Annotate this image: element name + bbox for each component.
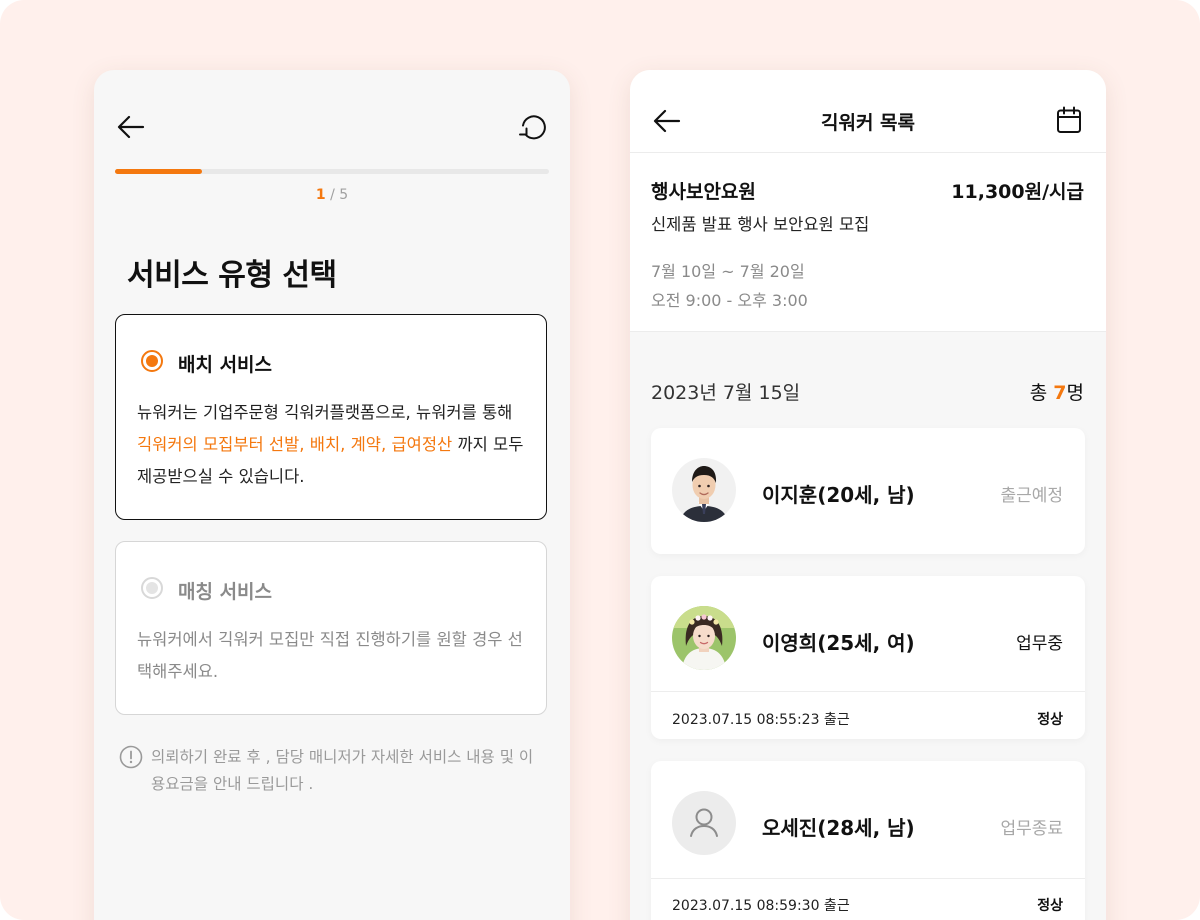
worker-name: 이지훈(20세, 남) [762,483,915,507]
worker-card[interactable]: 오세진(28세, 남) 업무종료 2023.07.15 08:59:30 출근 … [651,761,1085,920]
desc-highlight: 긱워커의 모집부터 선발, 배치, 계약, 급여정산 [137,435,453,454]
progress-fill [115,169,202,174]
option-label: 배치 서비스 [178,354,273,376]
option-matching-service[interactable]: 매칭 서비스 뉴워커에서 긱워커 모집만 직접 진행하기를 원할 경우 선택해주… [115,541,547,715]
attendance-state: 정상 [1037,898,1063,914]
option-label: 매칭 서비스 [178,581,273,603]
info-icon [119,745,143,769]
avatar [672,606,736,670]
radio-unselected[interactable] [141,577,163,599]
attendance-state: 정상 [1037,712,1063,728]
page-title: 서비스 유형 선택 [127,258,337,293]
worker-name: 이영희(25세, 여) [762,631,915,655]
worker-name: 오세진(28세, 남) [762,816,915,840]
total-number: 7 [1053,382,1067,404]
checkin-time: 2023.07.15 08:59:30 출근 [672,898,850,914]
worker-card[interactable]: 이영희(25세, 여) 업무중 2023.07.15 08:55:23 출근 정… [651,576,1085,739]
job-date-range: 7월 10일 ~ 7월 20일 [651,262,805,281]
job-subtitle: 신제품 발표 행사 보안요원 모집 [651,215,870,234]
option-description: 뉴워커는 기업주문형 긱워커플랫폼으로, 뉴워커를 통해 긱워커의 모집부터 선… [137,397,532,493]
radio-selected[interactable] [141,350,163,372]
worker-status: 업무중 [1016,634,1063,654]
job-wage: 11,300원/시급 [951,181,1084,203]
total-suffix: 명 [1066,382,1084,404]
list-date: 2023년 7월 15일 [651,382,801,404]
calendar-icon[interactable] [1056,106,1082,134]
worker-status: 출근예정 [1000,486,1063,506]
checkin-time: 2023.07.15 08:55:23 출근 [672,712,850,728]
option-description: 뉴워커에서 긱워커 모집만 직접 진행하기를 원할 경우 선택해주세요. [137,630,523,681]
worker-status: 업무종료 [1000,819,1063,839]
step-current: 1 [315,187,326,203]
job-name: 행사보안요원 [651,181,756,203]
worker-card[interactable]: 이지훈(20세, 남) 출근예정 [651,428,1085,554]
step-indicator: 1 / 5 [94,187,570,203]
refresh-icon[interactable] [517,112,547,142]
header-title: 긱워커 목록 [820,112,915,134]
desc-text: 뉴워커는 기업주문형 긱워커플랫폼으로, 뉴워커를 통해 [137,403,513,422]
worker-list-screen: 긱워커 목록 행사보안요원 11,300원/시급 신제품 발표 행사 보안요원 … [630,70,1106,920]
page-background: 1 / 5 서비스 유형 선택 배치 서비스 뉴워커는 기업주문형 긱워커플랫폼… [0,0,1200,920]
total-count: 총 7명 [1030,378,1084,405]
progress-bar [115,169,549,174]
notice-text: 의뢰하기 완료 후 , 담당 매니저가 자세한 서비스 내용 및 이용요금을 안… [151,748,534,793]
divider [651,691,1085,692]
divider [651,878,1085,879]
option-placement-service[interactable]: 배치 서비스 뉴워커는 기업주문형 긱워커플랫폼으로, 뉴워커를 통해 긱워커의… [115,314,547,520]
job-time-range: 오전 9:00 - 오후 3:00 [651,291,808,310]
job-summary: 행사보안요원 11,300원/시급 신제품 발표 행사 보안요원 모집 7월 1… [630,153,1106,332]
service-type-screen: 1 / 5 서비스 유형 선택 배치 서비스 뉴워커는 기업주문형 긱워커플랫폼… [94,70,570,920]
avatar [672,458,736,522]
back-arrow-icon[interactable] [116,114,146,140]
header: 긱워커 목록 [630,70,1106,153]
total-prefix: 총 [1029,382,1054,404]
user-placeholder-icon [672,791,736,855]
step-total: / 5 [330,187,349,203]
